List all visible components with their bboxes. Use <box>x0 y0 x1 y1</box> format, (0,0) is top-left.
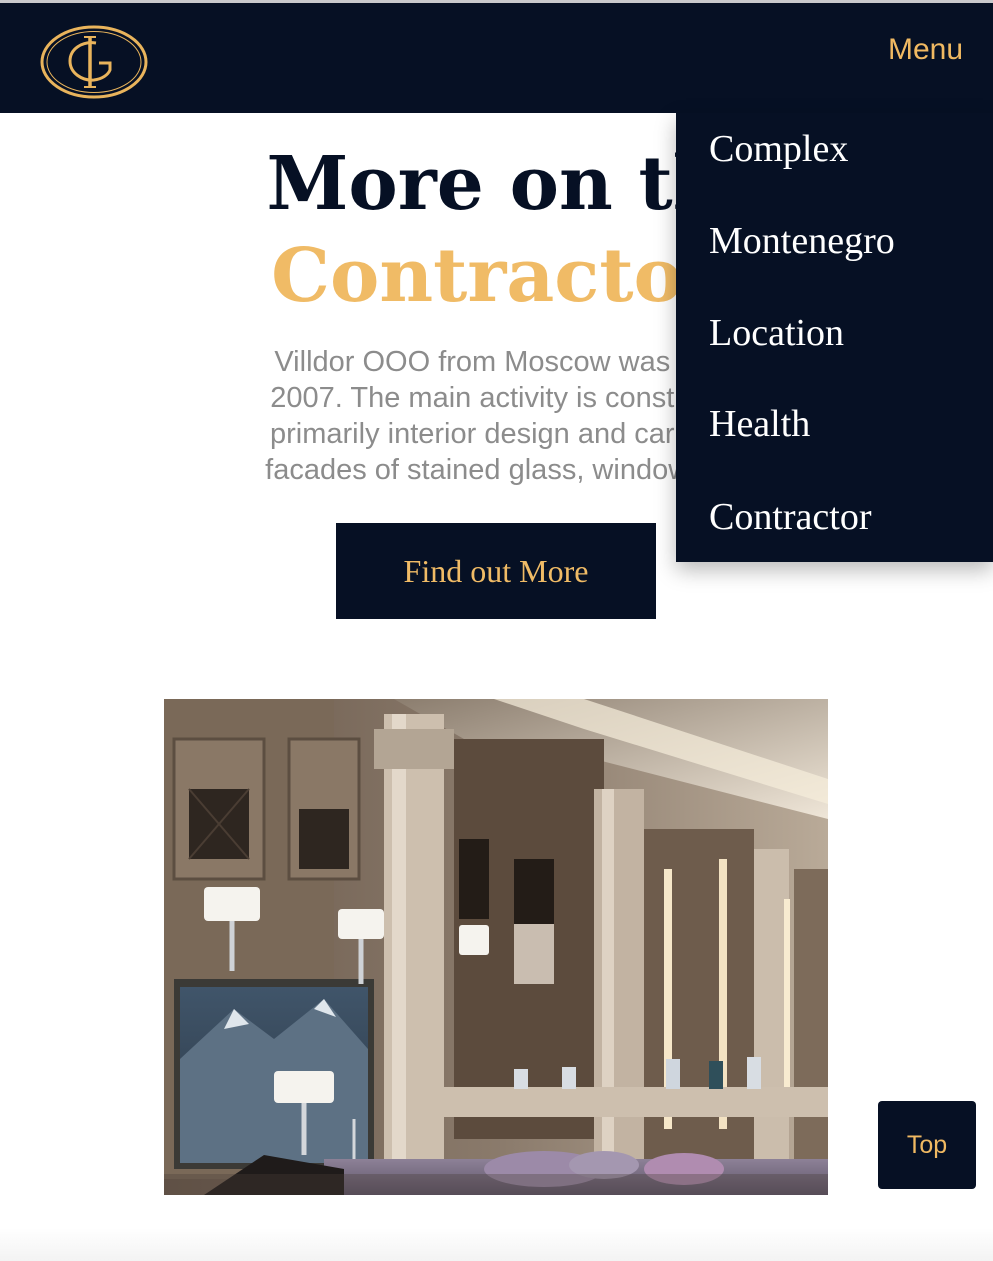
page-bottom-fade <box>0 1228 993 1261</box>
site-header: Menu <box>0 3 993 113</box>
menu-item-montenegro[interactable]: Montenegro <box>709 219 895 263</box>
find-out-more-button[interactable]: Find out More <box>336 523 656 619</box>
interior-photo <box>164 699 828 1195</box>
menu-toggle-button[interactable]: Menu <box>888 33 963 67</box>
scroll-to-top-button[interactable]: Top <box>878 1101 976 1189</box>
interior-photo-image <box>164 699 828 1195</box>
menu-item-health[interactable]: Health <box>709 402 810 446</box>
logo-monogram-icon <box>40 25 148 99</box>
menu-item-contractor[interactable]: Contractor <box>709 495 872 539</box>
site-logo[interactable] <box>38 23 150 101</box>
menu-item-complex[interactable]: Complex <box>709 127 848 171</box>
nav-dropdown-menu: Complex Montenegro Location Health Contr… <box>676 113 993 562</box>
menu-item-location[interactable]: Location <box>709 311 844 355</box>
